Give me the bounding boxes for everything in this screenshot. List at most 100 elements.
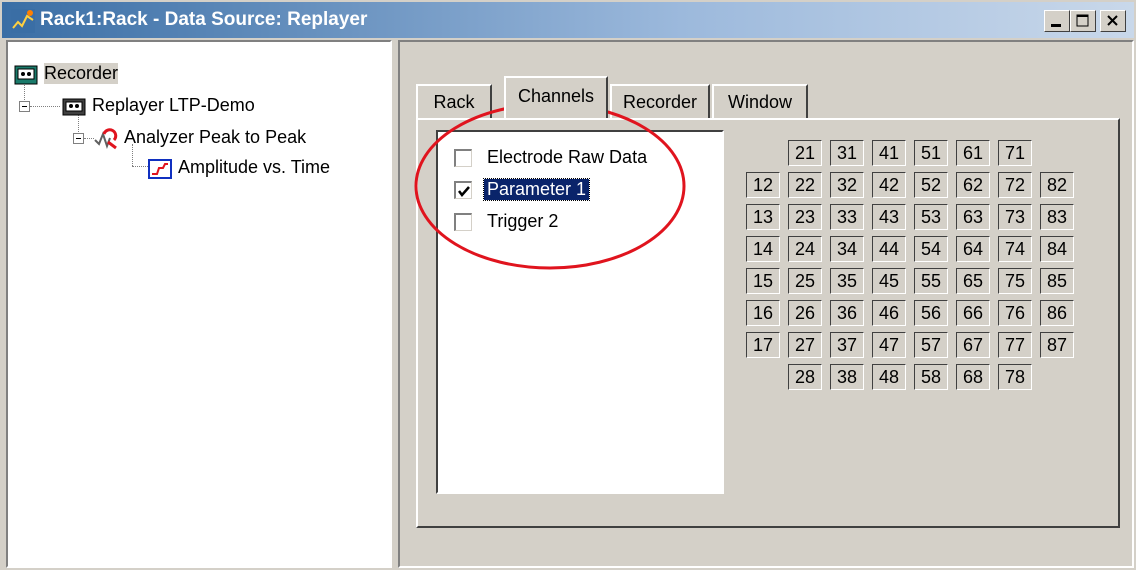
electrode-channel-83[interactable]: 83: [1040, 204, 1074, 230]
tree-item-label: Recorder: [44, 63, 119, 84]
electrode-channel-55[interactable]: 55: [914, 268, 948, 294]
electrode-channel-13[interactable]: 13: [746, 204, 780, 230]
electrode-channel-33[interactable]: 33: [830, 204, 864, 230]
electrode-channel-72[interactable]: 72: [998, 172, 1032, 198]
tree-connector: [132, 166, 148, 167]
electrode-channel-25[interactable]: 25: [788, 268, 822, 294]
channel-label: Electrode Raw Data: [487, 147, 648, 167]
electrode-channel-38[interactable]: 38: [830, 364, 864, 390]
title-bar[interactable]: Rack1:Rack - Data Source: Replayer: [2, 2, 1134, 38]
tree-connector: [30, 106, 60, 107]
electrode-channel-41[interactable]: 41: [872, 140, 906, 166]
electrode-channel-76[interactable]: 76: [998, 300, 1032, 326]
electrode-channel-75[interactable]: 75: [998, 268, 1032, 294]
electrode-channel-74[interactable]: 74: [998, 236, 1032, 262]
tab-label: Recorder: [622, 92, 698, 112]
electrode-channel-68[interactable]: 68: [956, 364, 990, 390]
electrode-channel-65[interactable]: 65: [956, 268, 990, 294]
electrode-channel-21[interactable]: 21: [788, 140, 822, 166]
electrode-channel-16[interactable]: 16: [746, 300, 780, 326]
electrode-channel-37[interactable]: 37: [830, 332, 864, 358]
tree-item-label: Amplitude vs. Time: [178, 157, 331, 177]
electrode-channel-82[interactable]: 82: [1040, 172, 1074, 198]
minimize-icon: [1051, 24, 1061, 27]
electrode-channel-62[interactable]: 62: [956, 172, 990, 198]
tree-item-label: Replayer LTP-Demo: [92, 95, 255, 115]
channel-label: Parameter 1: [482, 178, 591, 201]
window-title: Rack1:Rack - Data Source: Replayer: [40, 9, 368, 30]
channel-list[interactable]: Electrode Raw Data Parameter 1 Trigger 2: [436, 130, 724, 494]
electrode-channel-84[interactable]: 84: [1040, 236, 1074, 262]
tab-window[interactable]: Window: [712, 84, 808, 118]
properties-pane: Rack Channels Recorder Window Electrode …: [398, 40, 1134, 568]
electrode-channel-28[interactable]: 28: [788, 364, 822, 390]
electrode-channel-85[interactable]: 85: [1040, 268, 1074, 294]
electrode-channel-63[interactable]: 63: [956, 204, 990, 230]
electrode-channel-57[interactable]: 57: [914, 332, 948, 358]
app-icon: [11, 9, 35, 33]
rack-tree[interactable]: Recorder Replayer LTP-Demo Analyzer Peak…: [6, 40, 392, 568]
recorder-icon: [14, 65, 38, 85]
collapse-toggle-analyzer[interactable]: [73, 133, 84, 144]
electrode-channel-12[interactable]: 12: [746, 172, 780, 198]
analyzer-icon: [94, 128, 118, 150]
electrode-channel-45[interactable]: 45: [872, 268, 906, 294]
chart-icon: [148, 159, 172, 179]
electrode-channel-53[interactable]: 53: [914, 204, 948, 230]
electrode-channel-58[interactable]: 58: [914, 364, 948, 390]
channel-checkbox[interactable]: [454, 149, 472, 167]
electrode-channel-67[interactable]: 67: [956, 332, 990, 358]
electrode-channel-15[interactable]: 15: [746, 268, 780, 294]
electrode-channel-73[interactable]: 73: [998, 204, 1032, 230]
tree-connector: [84, 138, 94, 139]
electrode-channel-27[interactable]: 27: [788, 332, 822, 358]
tab-label: Rack: [433, 92, 475, 112]
close-icon: [1107, 15, 1118, 26]
tree-item-label: Analyzer Peak to Peak: [124, 127, 307, 147]
minimize-button[interactable]: [1044, 10, 1070, 32]
maximize-icon: [1076, 14, 1089, 27]
electrode-channel-42[interactable]: 42: [872, 172, 906, 198]
electrode-channel-48[interactable]: 48: [872, 364, 906, 390]
maximize-button[interactable]: [1070, 10, 1096, 32]
electrode-channel-44[interactable]: 44: [872, 236, 906, 262]
electrode-channel-78[interactable]: 78: [998, 364, 1032, 390]
collapse-toggle-replayer[interactable]: [19, 101, 30, 112]
tab-rack[interactable]: Rack: [416, 84, 492, 118]
electrode-channel-52[interactable]: 52: [914, 172, 948, 198]
electrode-channel-35[interactable]: 35: [830, 268, 864, 294]
tab-recorder[interactable]: Recorder: [610, 84, 710, 118]
electrode-channel-43[interactable]: 43: [872, 204, 906, 230]
electrode-channel-66[interactable]: 66: [956, 300, 990, 326]
electrode-channel-22[interactable]: 22: [788, 172, 822, 198]
electrode-channel-51[interactable]: 51: [914, 140, 948, 166]
electrode-channel-36[interactable]: 36: [830, 300, 864, 326]
electrode-channel-31[interactable]: 31: [830, 140, 864, 166]
electrode-channel-26[interactable]: 26: [788, 300, 822, 326]
electrode-channel-23[interactable]: 23: [788, 204, 822, 230]
electrode-channel-56[interactable]: 56: [914, 300, 948, 326]
electrode-channel-17[interactable]: 17: [746, 332, 780, 358]
electrode-channel-46[interactable]: 46: [872, 300, 906, 326]
electrode-channel-87[interactable]: 87: [1040, 332, 1074, 358]
replayer-icon: [62, 98, 86, 116]
electrode-channel-54[interactable]: 54: [914, 236, 948, 262]
electrode-channel-14[interactable]: 14: [746, 236, 780, 262]
close-button[interactable]: [1100, 10, 1126, 32]
tab-channels[interactable]: Channels: [504, 76, 608, 118]
electrode-channel-61[interactable]: 61: [956, 140, 990, 166]
electrode-channel-77[interactable]: 77: [998, 332, 1032, 358]
electrode-channel-71[interactable]: 71: [998, 140, 1032, 166]
tab-label: Channels: [517, 86, 595, 106]
electrode-channel-47[interactable]: 47: [872, 332, 906, 358]
electrode-channel-24[interactable]: 24: [788, 236, 822, 262]
electrode-channel-32[interactable]: 32: [830, 172, 864, 198]
channel-label: Trigger 2: [487, 211, 559, 231]
tab-label: Window: [727, 92, 793, 112]
checkmark-icon: [458, 186, 470, 197]
electrode-channel-64[interactable]: 64: [956, 236, 990, 262]
electrode-channel-34[interactable]: 34: [830, 236, 864, 262]
channel-checkbox[interactable]: [454, 213, 472, 231]
channel-checkbox[interactable]: [454, 181, 472, 199]
electrode-channel-86[interactable]: 86: [1040, 300, 1074, 326]
